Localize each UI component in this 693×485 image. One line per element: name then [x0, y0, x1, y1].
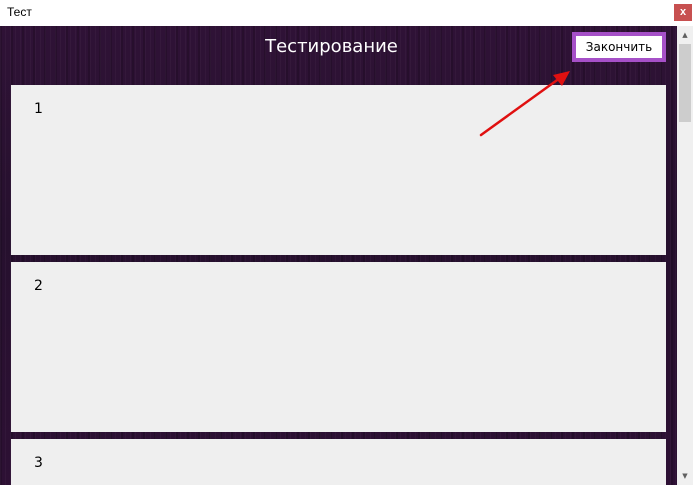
page-title: Тестирование — [265, 36, 398, 57]
app-window: Тест x Тестирование Закончить 1 2 3 ▲ ▼ — [0, 0, 693, 485]
question-number: 3 — [34, 455, 43, 471]
vertical-scrollbar[interactable]: ▲ ▼ — [677, 26, 693, 485]
question-card-3[interactable]: 3 — [11, 439, 666, 485]
close-icon: x — [679, 6, 687, 18]
scroll-down-icon[interactable]: ▼ — [677, 469, 693, 483]
finish-button[interactable]: Закончить — [572, 32, 666, 62]
question-card-1[interactable]: 1 — [11, 85, 666, 255]
close-button[interactable]: x — [674, 4, 692, 21]
question-number: 1 — [34, 101, 43, 117]
scroll-up-icon[interactable]: ▲ — [677, 28, 693, 42]
scroll-thumb[interactable] — [679, 44, 691, 122]
test-content: Тестирование Закончить 1 2 3 — [0, 26, 677, 485]
window-titlebar: Тест x — [0, 0, 693, 26]
question-number: 2 — [34, 278, 43, 294]
question-card-2[interactable]: 2 — [11, 262, 666, 432]
window-title: Тест — [7, 5, 32, 19]
